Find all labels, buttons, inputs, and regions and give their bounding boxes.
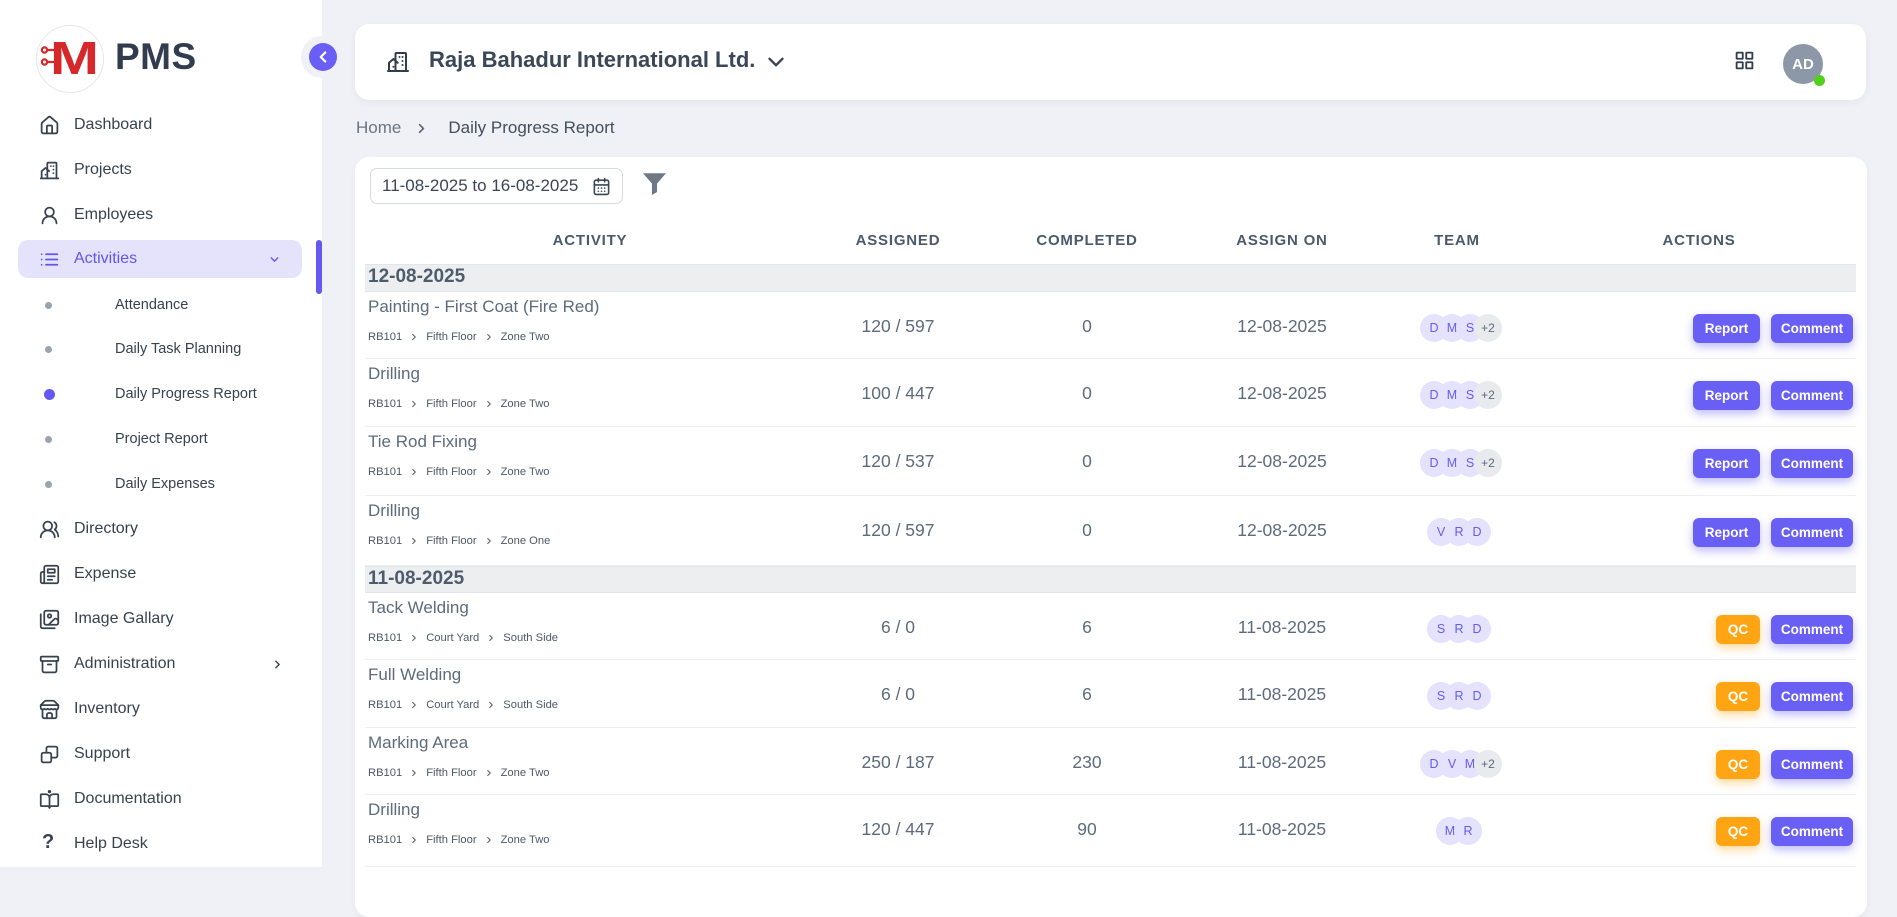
svg-text:M: M (50, 33, 99, 84)
